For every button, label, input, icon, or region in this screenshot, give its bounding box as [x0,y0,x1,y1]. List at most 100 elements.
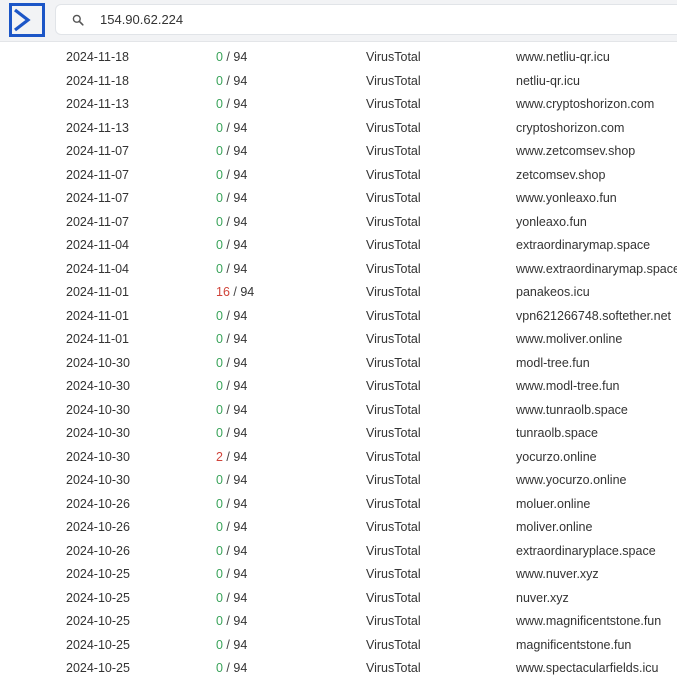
detection-total: 94 [233,567,248,581]
detection-ratio[interactable]: 0 / 94 [216,309,247,323]
table-row[interactable]: 2024-10-30 0 / 94 VirusTotal modl-tree.fun [0,351,677,375]
resolution-domain[interactable]: www.yonleaxo.fun [516,191,617,205]
resolution-domain[interactable]: vpn621266748.softether.net [516,309,671,323]
table-row[interactable]: 2024-10-26 0 / 94 VirusTotal extraordinaryp… [0,539,677,563]
detection-ratio[interactable]: 0 / 94 [216,121,247,135]
table-row[interactable]: 2024-10-26 0 / 94 VirusTotal moluer.online [0,492,677,516]
detection-ratio[interactable]: 0 / 94 [216,638,247,652]
detection-ratio[interactable]: 0 / 94 [216,144,247,158]
resolution-domain[interactable]: magnificentstone.fun [516,638,631,652]
resolution-domain[interactable]: yonleaxo.fun [516,215,587,229]
table-row[interactable]: 2024-10-30 0 / 94 VirusTotal www.tunraolb.s… [0,398,677,422]
detection-total: 94 [233,355,248,370]
table-row[interactable]: 2024-10-30 0 / 94 VirusTotal tunraolb.space [0,421,677,445]
detection-ratio[interactable]: 0 / 94 [216,356,247,370]
table-row[interactable]: 2024-10-30 0 / 94 VirusTotal www.yocurzo.on… [0,468,677,492]
detection-ratio[interactable]: 0 / 94 [216,497,247,511]
detection-ratio[interactable]: 0 / 94 [216,614,247,628]
resolution-domain[interactable]: www.yocurzo.online [516,473,626,487]
detection-total: 94 [233,661,248,675]
table-row[interactable]: 2024-10-25 0 / 94 VirusTotal magnificentsto… [0,633,677,657]
resolution-domain[interactable]: yocurzo.online [516,450,597,464]
detection-ratio[interactable]: 0 / 94 [216,473,247,487]
detection-positives: 0 [216,473,223,487]
resolution-source: VirusTotal [366,97,421,111]
detection-ratio[interactable]: 0 / 94 [216,97,247,111]
table-row[interactable]: 2024-11-07 0 / 94 VirusTotal yonleaxo.fun [0,210,677,234]
detection-ratio[interactable]: 0 / 94 [216,50,247,64]
table-row[interactable]: 2024-11-07 0 / 94 VirusTotal zetcomsev.shop [0,163,677,187]
detection-ratio[interactable]: 0 / 94 [216,426,247,440]
detection-separator: / [222,238,234,252]
resolution-domain[interactable]: cryptoshorizon.com [516,121,624,135]
table-row[interactable]: 2024-10-25 0 / 94 VirusTotal www.spectacula… [0,656,677,680]
search-input[interactable] [100,10,600,28]
detection-ratio[interactable]: 0 / 94 [216,191,247,205]
resolution-domain[interactable]: modl-tree.fun [516,356,590,370]
resolution-source: VirusTotal [366,238,421,252]
table-row[interactable]: 2024-11-04 0 / 94 VirusTotal www.extraordin… [0,257,677,281]
detection-ratio[interactable]: 0 / 94 [216,544,247,558]
table-row[interactable]: 2024-10-26 0 / 94 VirusTotal moliver.online [0,515,677,539]
detection-separator: / [222,402,234,417]
table-row[interactable]: 2024-10-30 2 / 94 VirusTotal yocurzo.online [0,445,677,469]
resolution-domain[interactable]: www.extraordinarymap.space [516,262,677,276]
detection-ratio[interactable]: 0 / 94 [216,661,247,675]
resolution-domain[interactable]: www.spectacularfields.icu [516,661,658,675]
table-row[interactable]: 2024-10-25 0 / 94 VirusTotal www.magnificen… [0,609,677,633]
resolution-domain[interactable]: extraordinarymap.space [516,238,650,252]
detection-positives: 0 [216,496,223,511]
detection-ratio[interactable]: 0 / 94 [216,379,247,393]
resolution-source: VirusTotal [366,637,421,652]
resolution-domain[interactable]: www.netliu-qr.icu [516,50,610,64]
table-row[interactable]: 2024-11-01 16 / 94 VirusTotal panakeos.icu [0,280,677,304]
detection-separator: / [222,332,234,346]
resolution-domain[interactable]: extraordinaryplace.space [516,544,656,558]
resolution-domain[interactable]: zetcomsev.shop [516,168,605,182]
resolution-source: VirusTotal [366,661,421,675]
table-row[interactable]: 2024-11-01 0 / 94 VirusTotal www.moliver.on… [0,327,677,351]
table-row[interactable]: 2024-10-25 0 / 94 VirusTotal nuver.xyz [0,586,677,610]
detection-ratio[interactable]: 0 / 94 [216,332,247,346]
resolution-domain[interactable]: www.zetcomsev.shop [516,144,635,158]
resolution-domain[interactable]: www.magnificentstone.fun [516,614,661,628]
detection-ratio[interactable]: 0 / 94 [216,168,247,182]
detection-ratio[interactable]: 0 / 94 [216,238,247,252]
sigma-logo-icon[interactable] [9,3,45,37]
table-row[interactable]: 2024-11-18 0 / 94 VirusTotal netliu-qr.icu [0,69,677,93]
resolution-domain[interactable]: www.cryptoshorizon.com [516,97,654,111]
detection-ratio[interactable]: 0 / 94 [216,74,247,88]
detection-ratio[interactable]: 0 / 94 [216,520,247,534]
resolution-domain[interactable]: tunraolb.space [516,426,598,440]
detection-ratio[interactable]: 0 / 94 [216,567,247,581]
resolution-domain[interactable]: www.tunraolb.space [516,403,628,417]
resolution-source: VirusTotal [366,520,421,534]
table-row[interactable]: 2024-11-07 0 / 94 VirusTotal www.zetcomsev.… [0,139,677,163]
resolution-domain[interactable]: panakeos.icu [516,285,590,299]
detection-separator: / [229,285,241,299]
table-row[interactable]: 2024-11-07 0 / 94 VirusTotal www.yonleaxo.f… [0,186,677,210]
resolution-domain[interactable]: netliu-qr.icu [516,74,580,88]
table-row[interactable]: 2024-11-04 0 / 94 VirusTotal extraordinarym… [0,233,677,257]
resolution-domain[interactable]: nuver.xyz [516,591,569,605]
table-row[interactable]: 2024-11-18 0 / 94 VirusTotal www.netliu-qr.… [0,45,677,69]
detection-ratio[interactable]: 0 / 94 [216,215,247,229]
resolution-source: VirusTotal [366,402,421,417]
search-box[interactable] [55,4,677,35]
table-row[interactable]: 2024-11-13 0 / 94 VirusTotal cryptoshorizon… [0,116,677,140]
detection-ratio[interactable]: 0 / 94 [216,262,247,276]
resolution-domain[interactable]: www.moliver.online [516,332,622,346]
table-row[interactable]: 2024-11-13 0 / 94 VirusTotal www.cryptoshor… [0,92,677,116]
resolution-domain[interactable]: moluer.online [516,497,590,511]
table-row[interactable]: 2024-10-30 0 / 94 VirusTotal www.modl-tree.… [0,374,677,398]
resolution-domain[interactable]: www.nuver.xyz [516,567,599,581]
detection-separator: / [222,567,234,581]
table-row[interactable]: 2024-10-25 0 / 94 VirusTotal www.nuver.xyz [0,562,677,586]
detection-ratio[interactable]: 0 / 94 [216,591,247,605]
detection-ratio[interactable]: 16 / 94 [216,285,254,299]
resolution-domain[interactable]: moliver.online [516,520,592,534]
detection-ratio[interactable]: 0 / 94 [216,403,247,417]
detection-ratio[interactable]: 2 / 94 [216,450,247,464]
resolution-domain[interactable]: www.modl-tree.fun [516,379,620,393]
table-row[interactable]: 2024-11-01 0 / 94 VirusTotal vpn621266748.s… [0,304,677,328]
